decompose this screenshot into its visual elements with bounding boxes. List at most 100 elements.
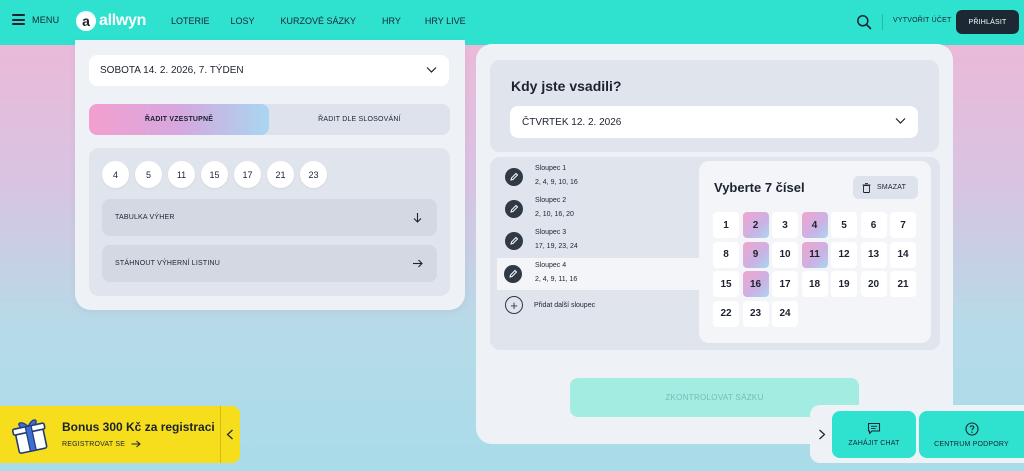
number-picker-title: Vyberte 7 čísel xyxy=(714,180,805,195)
nav-item-losy[interactable]: LOSY xyxy=(231,16,255,26)
plus-icon: + xyxy=(505,296,523,314)
nav-item-kurzove-sazky[interactable]: KURZOVÉ SÁZKY xyxy=(281,16,357,26)
grid-number[interactable]: 1 xyxy=(713,212,739,238)
number-picker: Vyberte 7 čísel SMAZAT 1 2 3 4 5 6 7 8 9 10 11 12 13… xyxy=(699,161,931,343)
bonus-banner[interactable]: Bonus 300 Kč za registraci REGISTROVAT S… xyxy=(0,406,240,463)
add-column-button[interactable]: + Přidat další sloupec xyxy=(505,296,595,314)
bet-date-title: Kdy jste vsadili? xyxy=(511,78,622,94)
drawn-number-ball: 15 xyxy=(201,161,228,188)
bonus-title: Bonus 300 Kč za registraci xyxy=(62,420,215,434)
draw-results-panel: SOBOTA 14. 2. 2026, 7. TÝDEN ŘADIT VZEST… xyxy=(75,40,465,310)
drawn-number-ball: 11 xyxy=(168,161,195,188)
chevron-left-icon[interactable] xyxy=(226,429,234,440)
trash-icon xyxy=(862,182,871,193)
grid-number[interactable]: 5 xyxy=(831,212,857,238)
register-label: REGISTROVAT SE xyxy=(62,440,126,448)
support-widget: ZAHÁJIT CHAT CENTRUM PODPORY xyxy=(810,405,1024,463)
number-grid: 1 2 3 4 5 6 7 8 9 10 11 12 13 14 15 16 17 18 19 20 21 22 23 24 xyxy=(713,212,919,327)
grid-number[interactable]: 7 xyxy=(890,212,916,238)
draw-date-select[interactable]: SOBOTA 14. 2. 2026, 7. TÝDEN xyxy=(89,55,449,86)
nav-item-loterie[interactable]: LOTERIE xyxy=(171,16,210,26)
grid-number-selected[interactable]: 9 xyxy=(742,241,769,268)
sort-by-draw-tab[interactable]: ŘADIT DLE SLOSOVÁNÍ xyxy=(269,104,450,135)
column-item-4[interactable]: Sloupec 4 2, 4, 9, 11, 16 xyxy=(497,258,700,290)
column-item-3[interactable]: Sloupec 3 17, 19, 23, 24 xyxy=(498,225,700,257)
chat-icon xyxy=(867,422,881,435)
allwyn-logo[interactable]: a allwyn xyxy=(76,11,146,31)
create-account-link[interactable]: VYTVOŘIT ÚČET xyxy=(893,17,951,24)
grid-number[interactable]: 23 xyxy=(742,300,769,327)
column-numbers: 2, 4, 9, 11, 16 xyxy=(535,276,578,283)
register-link[interactable]: REGISTROVAT SE xyxy=(62,440,141,448)
bet-date-box: Kdy jste vsadili? ČTVRTEK 12. 2. 2026 xyxy=(490,60,939,152)
grid-number[interactable]: 21 xyxy=(890,271,916,297)
drawn-number-ball: 23 xyxy=(300,161,327,188)
column-numbers: 2, 4, 9, 10, 16 xyxy=(535,179,578,186)
arrow-right-icon xyxy=(131,440,141,448)
logo-text: allwyn xyxy=(99,12,147,29)
nav-item-hry-live[interactable]: HRY LIVE xyxy=(425,16,466,26)
grid-number[interactable]: 8 xyxy=(713,241,739,268)
drawn-number-ball: 21 xyxy=(267,161,294,188)
column-name: Sloupec 4 xyxy=(535,262,567,269)
column-item-2[interactable]: Sloupec 2 2, 10, 16, 20 xyxy=(498,193,700,225)
pencil-icon xyxy=(504,265,522,283)
grid-number[interactable]: 6 xyxy=(860,212,887,238)
start-chat-label: ZAHÁJIT CHAT xyxy=(848,440,900,447)
prize-table-button[interactable]: TABULKA VÝHER xyxy=(102,199,437,236)
menu-button[interactable]: MENU xyxy=(12,14,59,25)
column-numbers: 17, 19, 23, 24 xyxy=(535,243,578,250)
grid-number[interactable]: 13 xyxy=(860,241,887,268)
hamburger-icon xyxy=(12,14,25,25)
pencil-icon xyxy=(505,200,523,218)
arrow-down-icon xyxy=(413,213,422,223)
drawn-numbers-box: 4 5 11 15 17 21 23 TABULKA VÝHER STÁHNOU… xyxy=(89,148,450,296)
chevron-right-icon[interactable] xyxy=(818,429,826,440)
add-column-label: Přidat další sloupec xyxy=(534,301,596,309)
clear-button[interactable]: SMAZAT xyxy=(853,176,918,199)
grid-number[interactable]: 3 xyxy=(772,212,798,238)
download-results-label: STÁHNOUT VÝHERNÍ LISTINU xyxy=(115,260,221,267)
grid-number[interactable]: 10 xyxy=(772,241,798,268)
gift-icon xyxy=(11,419,48,454)
nav-item-hry[interactable]: HRY xyxy=(382,16,401,26)
grid-number[interactable]: 24 xyxy=(772,300,798,327)
main-nav: LOTERIE LOSY KURZOVÉ SÁZKY HRY HRY LIVE xyxy=(171,16,466,26)
top-bar: MENU a allwyn LOTERIE LOSY KURZOVÉ SÁZKY… xyxy=(0,0,1024,45)
sort-ascending-tab[interactable]: ŘADIT VZESTUPNĚ xyxy=(89,104,269,135)
grid-number-selected[interactable]: 16 xyxy=(742,271,769,297)
grid-number-selected[interactable]: 2 xyxy=(742,212,769,238)
header-divider xyxy=(882,14,883,30)
column-name: Sloupec 2 xyxy=(535,197,567,204)
support-center-button[interactable]: CENTRUM PODPORY xyxy=(919,411,1024,458)
drawn-number-ball: 4 xyxy=(102,161,129,188)
support-center-label: CENTRUM PODPORY xyxy=(934,440,1009,448)
grid-number[interactable]: 18 xyxy=(801,271,828,297)
grid-number[interactable]: 20 xyxy=(860,271,887,297)
arrow-right-icon xyxy=(413,259,423,268)
column-name: Sloupec 1 xyxy=(535,165,567,172)
grid-number[interactable]: 19 xyxy=(831,271,857,297)
bet-date-select[interactable]: ČTVRTEK 12. 2. 2026 xyxy=(510,106,918,138)
sort-toggle: ŘADIT VZESTUPNĚ ŘADIT DLE SLOSOVÁNÍ xyxy=(89,104,450,135)
drawn-numbers: 4 5 11 15 17 21 23 xyxy=(102,161,327,188)
search-icon[interactable] xyxy=(856,14,872,30)
grid-number[interactable]: 15 xyxy=(713,271,739,297)
login-button[interactable]: PŘIHLÁSIT xyxy=(956,10,1019,34)
column-numbers: 2, 10, 16, 20 xyxy=(535,211,574,218)
grid-number-selected[interactable]: 4 xyxy=(801,212,828,238)
grid-number[interactable]: 14 xyxy=(890,241,916,268)
download-results-button[interactable]: STÁHNOUT VÝHERNÍ LISTINU xyxy=(102,245,437,282)
chevron-down-icon xyxy=(895,118,906,124)
column-name: Sloupec 3 xyxy=(535,229,567,236)
grid-number[interactable]: 12 xyxy=(831,241,857,268)
start-chat-button[interactable]: ZAHÁJIT CHAT xyxy=(832,411,916,458)
question-icon xyxy=(964,421,979,436)
grid-number[interactable]: 22 xyxy=(713,300,739,327)
ticket-check-panel: Kdy jste vsadili? ČTVRTEK 12. 2. 2026 Sl… xyxy=(476,44,953,444)
column-item-1[interactable]: Sloupec 1 2, 4, 9, 10, 16 xyxy=(498,161,700,193)
bet-columns-area: Sloupec 1 2, 4, 9, 10, 16 Sloupec 2 2, 1… xyxy=(490,157,940,350)
clear-label: SMAZAT xyxy=(877,184,907,191)
grid-number[interactable]: 17 xyxy=(772,271,798,297)
grid-number-selected[interactable]: 11 xyxy=(801,241,828,268)
